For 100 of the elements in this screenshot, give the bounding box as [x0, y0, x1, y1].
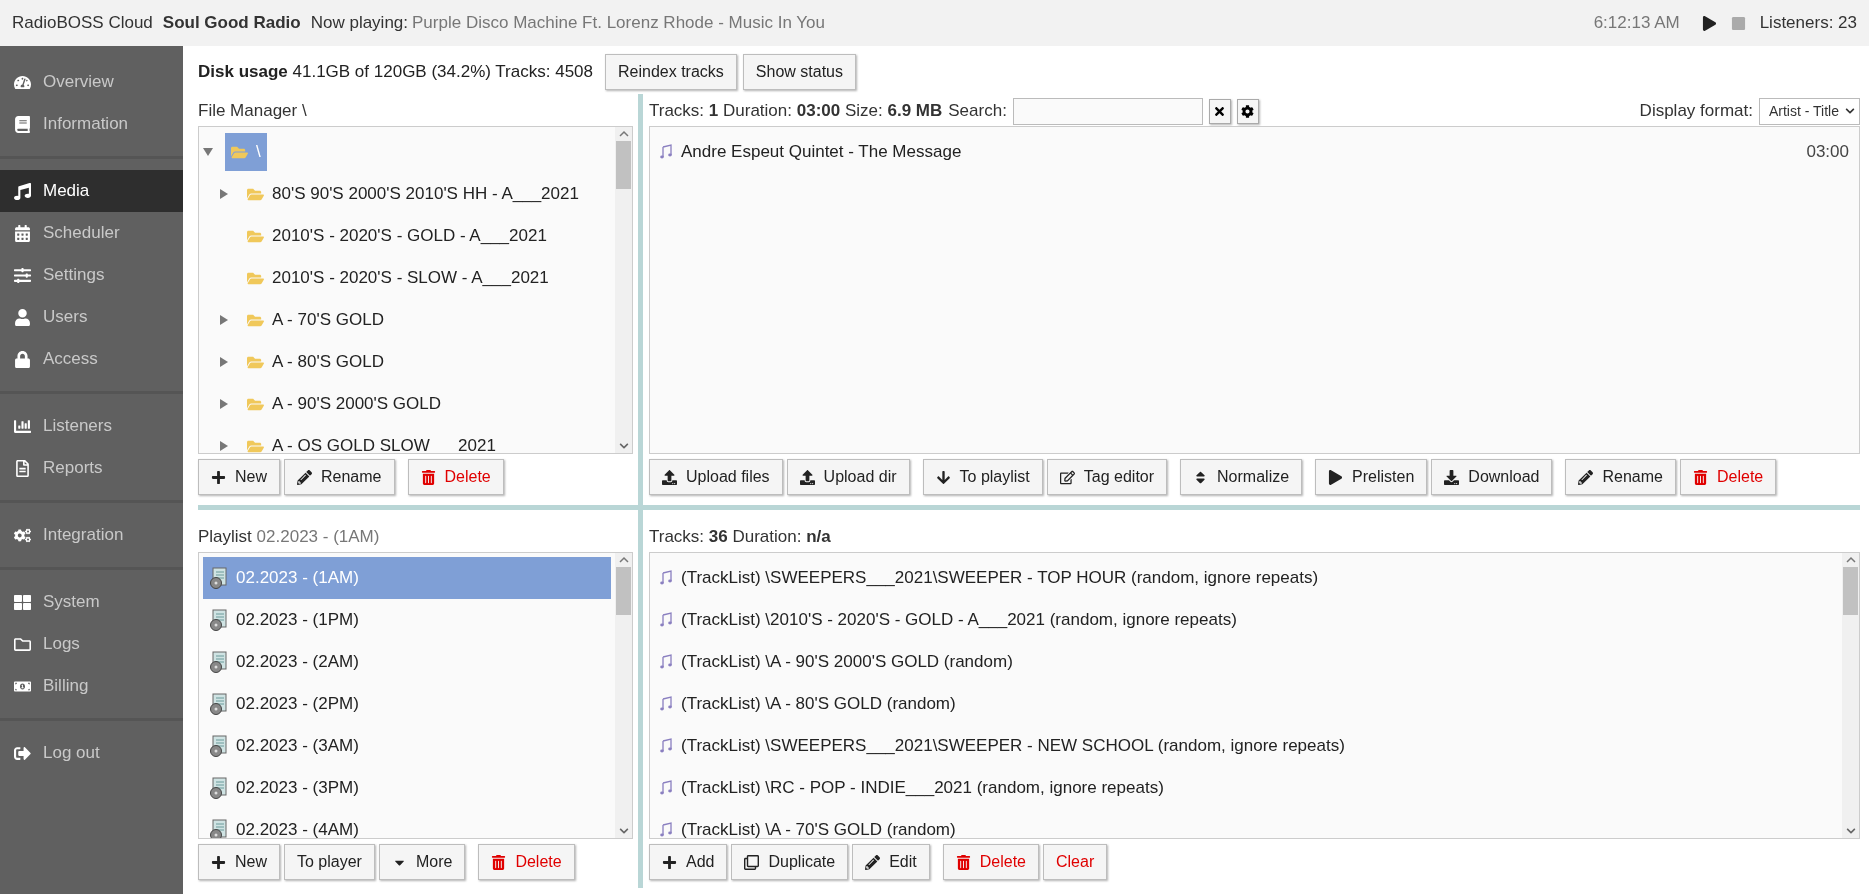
pencil-icon — [865, 854, 881, 870]
sidebar-item[interactable]: Logs — [0, 623, 183, 665]
music-note-icon — [660, 654, 672, 670]
sidebar-item[interactable]: Listeners — [0, 405, 183, 447]
scroll-thumb[interactable] — [616, 567, 631, 615]
action-button[interactable]: To player — [284, 844, 375, 880]
to-playlist-button[interactable]: To playlist — [922, 459, 1043, 495]
more-button[interactable]: More — [378, 844, 466, 880]
trash-icon — [955, 854, 971, 870]
display-format-select[interactable]: Artist - Title — [1759, 97, 1860, 125]
stop-icon[interactable] — [1730, 15, 1746, 31]
folder-item[interactable]: A - 90'S 2000'S GOLD — [241, 394, 448, 414]
new-button[interactable]: New — [198, 459, 280, 495]
close-icon — [1213, 104, 1227, 118]
sidebar-item[interactable]: Overview — [0, 61, 183, 103]
sidebar-item[interactable]: System — [0, 581, 183, 623]
delete-button[interactable]: Delete — [478, 844, 575, 880]
track-row[interactable]: (TrackList) \A - 70'S GOLD (random) — [654, 809, 1838, 838]
play-button[interactable]: Prelisten — [1315, 459, 1428, 495]
scrollbar[interactable] — [615, 127, 632, 453]
rename-button[interactable]: Rename — [1565, 459, 1676, 495]
folder-item[interactable]: 2010'S - 2020'S - SLOW - A___2021 — [241, 268, 555, 288]
playlist-item[interactable]: 02.2023 - (2PM) — [203, 683, 611, 725]
scroll-thumb[interactable] — [1843, 567, 1858, 615]
folder-item[interactable]: 80'S 90'S 2000'S 2010'S HH - A___2021 — [241, 184, 585, 204]
folder-item[interactable]: A - 70'S GOLD — [241, 310, 390, 330]
gauge-icon — [14, 73, 31, 91]
delete-button[interactable]: Delete — [407, 459, 504, 495]
collapse-triangle-icon — [203, 147, 213, 157]
new-button[interactable]: New — [198, 844, 280, 880]
track-row[interactable]: Andre Espeut Quintet - The Message 03:00 — [654, 131, 1855, 173]
sidebar-item[interactable]: Reports — [0, 447, 183, 489]
sidebar-item[interactable]: Log out — [0, 732, 183, 774]
tag-button[interactable]: Tag editor — [1046, 459, 1168, 495]
settings-icon — [1241, 104, 1255, 118]
sidebar-item[interactable]: Media — [0, 170, 183, 212]
document-icon — [14, 459, 31, 477]
track-row[interactable]: (TrackList) \SWEEPERS___2021\SWEEPER - NEW SCHOOL (random, ignore repeats) — [654, 725, 1838, 767]
settings-button[interactable] — [1236, 98, 1259, 124]
rename-button[interactable]: Rename — [284, 459, 395, 495]
playlist-item[interactable]: 02.2023 - (2AM) — [203, 641, 611, 683]
playlist-item[interactable]: 02.2023 - (3PM) — [203, 767, 611, 809]
scrollbar[interactable] — [615, 553, 632, 838]
track-row[interactable]: (TrackList) \A - 90'S 2000'S GOLD (random) — [654, 641, 1838, 683]
folder-item[interactable]: 2010'S - 2020'S - GOLD - A___2021 — [241, 226, 553, 246]
music-note-icon — [660, 570, 672, 586]
music-note-icon — [660, 144, 672, 160]
sidebar-item[interactable]: Access — [0, 338, 183, 380]
scroll-up-icon[interactable] — [618, 555, 629, 565]
sidebar-item[interactable]: Integration — [0, 514, 183, 556]
delete-button[interactable]: Delete — [942, 844, 1039, 880]
playlist-item[interactable]: 02.2023 - (1PM) — [203, 599, 611, 641]
track-row[interactable]: (TrackList) \RC - POP - INDIE___2021 (random, ignore repeats) — [654, 767, 1838, 809]
new-button[interactable]: Add — [649, 844, 728, 880]
play-icon[interactable] — [1701, 15, 1717, 31]
download-button[interactable]: Download — [1431, 459, 1553, 495]
logout-icon — [14, 744, 31, 762]
sidebar-item[interactable]: Information — [0, 103, 183, 145]
upload-button[interactable]: Upload files — [649, 459, 783, 495]
sidebar-item[interactable]: Billing — [0, 665, 183, 707]
scroll-up-icon[interactable] — [618, 129, 629, 139]
toolbar-button[interactable]: Reindex tracks — [605, 54, 737, 90]
sidebar-item[interactable]: Users — [0, 296, 183, 338]
duplicate-button[interactable]: Duplicate — [731, 844, 849, 880]
chevron-down-icon — [1845, 106, 1855, 116]
normalize-button[interactable]: Normalize — [1180, 459, 1303, 495]
edit-icon — [1059, 469, 1075, 485]
folder-item[interactable]: A - 80'S GOLD — [241, 352, 390, 372]
clear-search-button[interactable] — [1208, 98, 1231, 124]
clear-button[interactable]: Clear — [1043, 844, 1108, 880]
track-row[interactable]: (TrackList) \2010'S - 2020'S - GOLD - A___2021 (random, ignore repeats) — [654, 599, 1838, 641]
sidebar-item[interactable]: Scheduler — [0, 212, 183, 254]
expand-triangle-icon — [219, 315, 229, 325]
playlist-item[interactable]: 02.2023 - (3AM) — [203, 725, 611, 767]
trash-icon — [420, 469, 436, 485]
plus-icon — [211, 469, 226, 485]
track-row[interactable]: (TrackList) \A - 80'S GOLD (random) — [654, 683, 1838, 725]
expand-triangle-icon — [219, 399, 229, 409]
scroll-down-icon[interactable] — [1845, 826, 1856, 836]
upload-button[interactable]: Upload dir — [786, 459, 910, 495]
display-format-label: Display format: — [1639, 101, 1753, 121]
pencil-icon — [1578, 469, 1594, 485]
scroll-up-icon[interactable] — [1845, 555, 1856, 565]
search-field[interactable] — [1012, 97, 1203, 125]
music-note-icon — [660, 612, 672, 628]
sidebar-item[interactable]: Settings — [0, 254, 183, 296]
delete-button[interactable]: Delete — [1679, 459, 1777, 495]
play-icon — [1328, 469, 1344, 485]
playlist-file-icon — [209, 693, 227, 715]
lock-icon — [14, 350, 31, 368]
folder-item[interactable]: A - OS GOLD SLOW___2021 — [241, 436, 502, 453]
clock: 6:12:13 AM — [1593, 13, 1680, 33]
scroll-down-icon[interactable] — [618, 826, 629, 836]
rename-button[interactable]: Edit — [852, 844, 930, 880]
toolbar-button[interactable]: Show status — [742, 54, 856, 90]
playlist-item[interactable]: 02.2023 - (4AM) — [203, 809, 611, 838]
scroll-thumb[interactable] — [616, 141, 631, 189]
scroll-down-icon[interactable] — [618, 441, 629, 451]
scrollbar[interactable] — [1842, 553, 1859, 838]
track-row[interactable]: (TrackList) \SWEEPERS___2021\SWEEPER - TOP HOUR (random, ignore repeats) — [654, 557, 1838, 599]
